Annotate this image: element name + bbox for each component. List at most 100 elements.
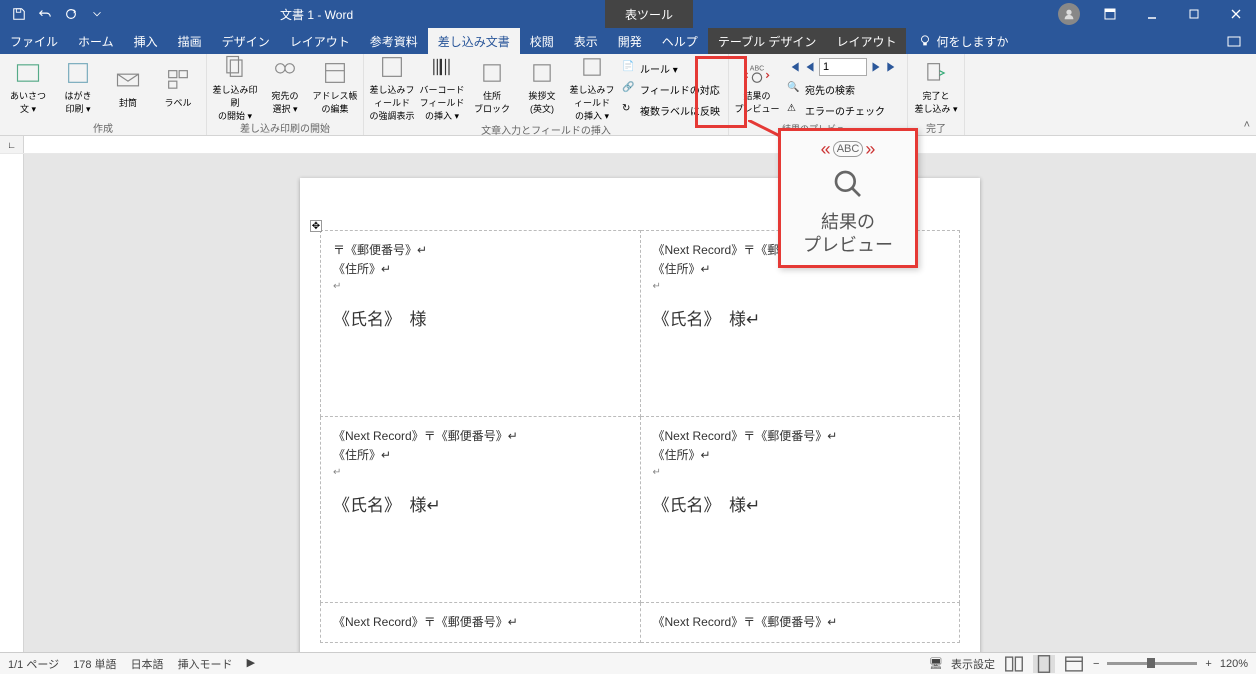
display-settings-icon[interactable]: 🖥 [929,657,943,670]
annotation-highlight-preview [695,56,747,128]
maximize-button[interactable] [1174,0,1214,28]
redo-button[interactable] [60,3,82,25]
window-controls [1058,0,1256,28]
callout-text: 結果のプレビュー [803,211,893,258]
highlight-fields-button[interactable]: 差し込みフィールド の強調表示 [368,56,416,118]
tab-help[interactable]: ヘルプ [652,28,708,54]
prev-record-button[interactable] [803,60,817,74]
last-record-button[interactable] [885,60,899,74]
tab-design[interactable]: デザイン [212,28,280,54]
collapse-ribbon-button[interactable]: ˄ [1244,119,1250,131]
ruler-horizontal-area: ∟ [0,136,1256,154]
cell3-name: 《氏名》 様↵ [333,491,628,516]
status-words[interactable]: 178 単語 [73,656,116,672]
next-record-button[interactable] [869,60,883,74]
view-web-layout[interactable] [1063,655,1085,673]
start-merge-button[interactable]: 差し込み印刷 の開始 ▾ [211,56,259,118]
ruler-vertical[interactable] [0,154,24,654]
zoom-in-button[interactable]: + [1205,658,1211,670]
tab-draw[interactable]: 描画 [168,28,212,54]
view-print-layout[interactable] [1033,655,1055,673]
finish-merge-label: 完了と 差し込み ▾ [914,89,957,115]
status-display-settings[interactable]: 表示設定 [951,656,995,672]
record-number-input[interactable] [819,58,867,76]
tell-me-search[interactable]: 何をしますか [906,28,1020,54]
user-account-icon[interactable] [1058,3,1080,25]
label-table: 〒《郵便番号》↵ 《住所》↵ ↵ 《氏名》 様 《Next Record》〒《郵… [320,230,960,643]
check-errors-button[interactable]: ⚠ エラーのチェック [783,100,903,120]
greeting-button[interactable]: あいさつ 文 ▾ [4,56,52,118]
statusbar: 1/1 ページ 178 単語 日本語 挿入モード ▶ 🖥 表示設定 − + 12… [0,652,1256,674]
tab-view[interactable]: 表示 [564,28,608,54]
envelope-button[interactable]: 封筒 [104,56,152,118]
save-button[interactable] [8,3,30,25]
find-recipient-button[interactable]: 🔍宛先の検索 [783,79,903,99]
close-button[interactable] [1216,0,1256,28]
label-cell-5[interactable]: 《Next Record》〒《郵便番号》↵ [321,603,641,643]
insert-field-label: 差し込みフィールド の挿入 ▾ [568,83,616,122]
tab-layout[interactable]: レイアウト [280,28,360,54]
insert-field-button[interactable]: 差し込みフィールド の挿入 ▾ [568,56,616,118]
minimize-button[interactable] [1132,0,1172,28]
tab-table-layout[interactable]: レイアウト [826,28,906,54]
label-cell-3[interactable]: 《Next Record》〒《郵便番号》↵ 《住所》↵ ↵ 《氏名》 様↵ [321,417,641,603]
barcode-label: バーコード フィールドの挿入 ▾ [418,83,466,122]
label-cell-4[interactable]: 《Next Record》〒《郵便番号》↵ 《住所》↵ ↵ 《氏名》 様↵ [640,417,960,603]
lightbulb-icon [918,34,932,48]
tab-review[interactable]: 校閲 [520,28,564,54]
tab-references[interactable]: 参考資料 [360,28,428,54]
start-merge-label: 差し込み印刷 の開始 ▾ [211,83,259,122]
barcode-button[interactable]: バーコード フィールドの挿入 ▾ [418,56,466,118]
label-cell-6[interactable]: 《Next Record》〒《郵便番号》↵ [640,603,960,643]
postcard-button[interactable]: はがき 印刷 ▾ [54,56,102,118]
zoom-slider[interactable] [1107,662,1197,665]
status-macro-icon[interactable]: ▶ [247,656,255,672]
ruler-horizontal[interactable] [24,136,1256,153]
first-record-button[interactable] [787,60,801,74]
share-button[interactable] [1212,28,1256,54]
callout-icon: « ABC » [821,139,876,160]
edit-recipients-label: アドレス帳 の編集 [312,89,357,115]
group-create-label: 作成 [4,118,202,137]
ribbon-group-start: 差し込み印刷 の開始 ▾ 宛先の 選択 ▾ アドレス帳 の編集 差し込み印刷の開… [207,54,364,135]
tab-insert[interactable]: 挿入 [124,28,168,54]
cell2-blank: ↵ [653,279,948,295]
error-icon: ⚠ [787,103,801,117]
cell2-name: 《氏名》 様↵ [653,305,948,330]
zoom-level[interactable]: 120% [1220,658,1248,670]
tab-file[interactable]: ファイル [0,28,68,54]
address-block-button[interactable]: 住所 ブロック [468,56,516,118]
svg-text:ABC: ABC [750,66,764,73]
label-button[interactable]: ラベル [154,56,202,118]
undo-button[interactable] [34,3,56,25]
page-viewport[interactable]: ✥ 〒《郵便番号》↵ 《住所》↵ ↵ 《氏名》 様 《Next Record》〒… [24,154,1256,654]
check-errors-label: エラーのチェック [805,103,885,118]
tab-home[interactable]: ホーム [68,28,124,54]
zoom-slider-thumb[interactable] [1147,658,1155,668]
tab-developer[interactable]: 開発 [608,28,652,54]
edit-recipients-button[interactable]: アドレス帳 の編集 [311,56,359,118]
cell1-address: 《住所》↵ [333,260,628,279]
cell4-blank: ↵ [653,465,948,481]
tab-mailings[interactable]: 差し込み文書 [428,28,520,54]
view-read-mode[interactable] [1003,655,1025,673]
qat-dropdown[interactable] [86,3,108,25]
status-page[interactable]: 1/1 ページ [8,656,59,672]
contextual-tab-title: 表ツール [605,0,693,28]
greeting-line-button[interactable]: 挨拶文 (英文) [518,56,566,118]
cell4-address: 《住所》↵ [653,446,948,465]
label-cell-1[interactable]: 〒《郵便番号》↵ 《住所》↵ ↵ 《氏名》 様 [321,231,641,417]
ruler-tab-selector[interactable]: ∟ [0,136,24,153]
status-language[interactable]: 日本語 [131,656,164,672]
ribbon-display-button[interactable] [1090,0,1130,28]
match-icon: 🔗 [622,82,636,96]
finish-merge-button[interactable]: 完了と 差し込み ▾ [912,56,960,118]
select-recipients-button[interactable]: 宛先の 選択 ▾ [261,56,309,118]
tab-table-design[interactable]: テーブル デザイン [708,28,827,54]
zoom-out-button[interactable]: − [1093,658,1099,670]
find-recipient-label: 宛先の検索 [805,82,855,97]
document-area: ✥ 〒《郵便番号》↵ 《住所》↵ ↵ 《氏名》 様 《Next Record》〒… [0,154,1256,654]
table-move-handle[interactable]: ✥ [310,220,322,232]
update-icon: ↻ [622,103,636,117]
status-insert-mode[interactable]: 挿入モード [178,656,233,672]
